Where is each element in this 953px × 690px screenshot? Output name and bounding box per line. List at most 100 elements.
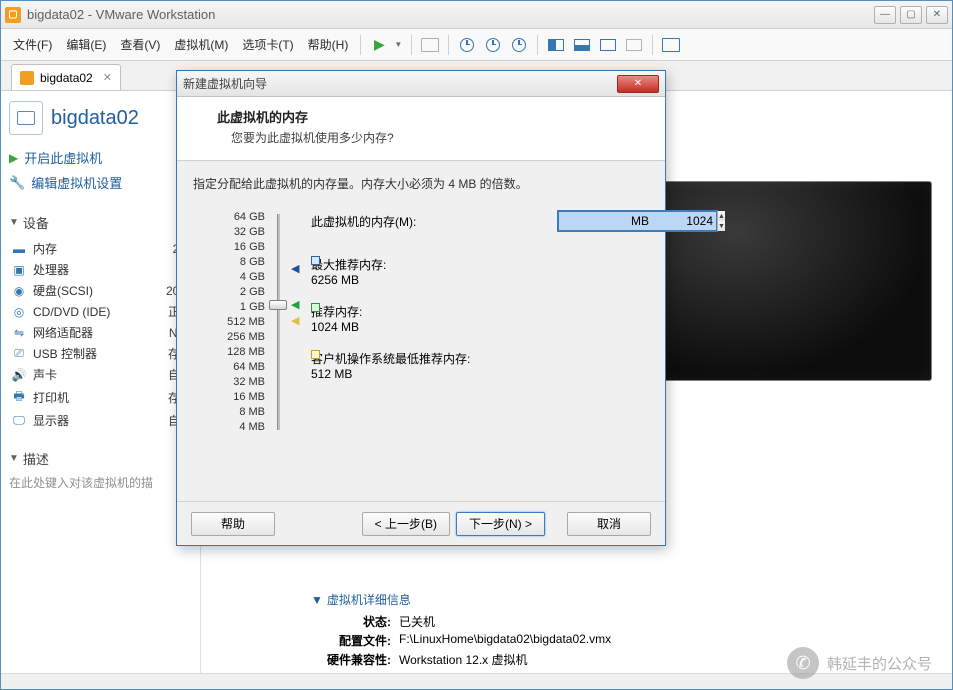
scale-label: 512 MB [193,315,265,330]
device-row[interactable]: ▬内存2 G [9,238,192,259]
scale-label: 32 MB [193,375,265,390]
wizard-titlebar: 新建虚拟机向导 ✕ [177,71,665,97]
wizard-header: 此虚拟机的内存 您要为此虚拟机使用多少内存? [177,97,665,161]
app-icon: ▢ [5,7,21,23]
memory-scale-labels: 64 GB32 GB16 GB8 GB4 GB2 GB1 GB512 MB256… [193,210,265,435]
yellow-box-icon [311,350,320,359]
minimize-button[interactable]: — [874,6,896,24]
device-icon: ▬ [9,242,29,256]
device-row[interactable]: ⎚USB 控制器存在 [9,343,192,364]
memory-field-label: 此虚拟机的内存(M): [311,213,557,230]
device-name: 显示器 [33,412,168,429]
memory-spinner[interactable]: ▲▼ [717,211,725,231]
memory-info-column: 此虚拟机的内存(M): ▲▼ MB 最大推荐内存:6256 MB 推荐内存:1 [293,210,649,435]
device-icon: 🖵 [9,413,29,428]
device-row[interactable]: ▣处理器1 [9,259,192,280]
watermark-text: 韩延丰的公众号 [827,653,932,674]
devices-section-head[interactable]: ▼设备 [9,213,192,232]
description-placeholder[interactable]: 在此处键入对该虚拟机的描 [9,474,192,491]
tab-close-icon[interactable]: ✕ [103,71,112,84]
scale-label: 16 GB [193,240,265,255]
scale-label: 256 MB [193,330,265,345]
green-box-icon [311,303,320,312]
collapse-icon: ▼ [9,453,19,464]
menu-file[interactable]: 文件(F) [7,33,58,56]
watermark: ✆ 韩延丰的公众号 [787,647,932,679]
menu-tabs[interactable]: 选项卡(T) [236,33,299,56]
scale-label: 1 GB [193,300,265,315]
menu-edit[interactable]: 编辑(E) [60,33,112,56]
wizard-close-button[interactable]: ✕ [617,75,659,93]
device-row[interactable]: 🔊声卡自动 [9,364,192,385]
slider-thumb[interactable] [269,300,287,310]
revert-snapshot-button[interactable] [481,33,505,57]
next-button[interactable]: 下一步(N) > [456,512,545,536]
power-on-button[interactable]: ▶ [367,33,391,57]
spin-down-icon[interactable]: ▼ [718,221,725,231]
help-button[interactable]: 帮助 [191,512,275,536]
view-console-button[interactable] [570,33,594,57]
app-window: ▢ bigdata02 - VMware Workstation — ▢ ✕ 文… [0,0,953,690]
scale-label: 64 GB [193,210,265,225]
new-vm-wizard-dialog: 新建虚拟机向导 ✕ 此虚拟机的内存 您要为此虚拟机使用多少内存? 指定分配给此虚… [176,70,666,546]
memory-input-wrap: ▲▼ [557,210,625,232]
scale-label: 16 MB [193,390,265,405]
device-row[interactable]: ◎CD/DVD (IDE)正在 [9,301,192,322]
back-button[interactable]: < 上一步(B) [362,512,450,536]
power-dropdown[interactable]: ▼ [393,33,405,57]
send-keys-button[interactable] [418,33,442,57]
spin-up-icon[interactable]: ▲ [718,211,725,221]
device-icon: ◎ [9,305,29,319]
menu-bar: 文件(F) 编辑(E) 查看(V) 虚拟机(M) 选项卡(T) 帮助(H) ▶ … [1,29,952,61]
device-icon: ⎚ [9,346,29,361]
tab-label: bigdata02 [40,71,93,85]
device-row[interactable]: ◉硬盘(SCSI)20 G [9,280,192,301]
scale-label: 128 MB [193,345,265,360]
tab-bigdata02[interactable]: bigdata02 ✕ [11,64,121,90]
unity-button[interactable] [622,33,646,57]
device-name: 处理器 [33,261,185,278]
description-section-head[interactable]: ▼描述 [9,449,192,468]
blue-box-icon [311,256,320,265]
device-name: 声卡 [33,366,168,383]
collapse-icon: ▼ [9,217,19,228]
wechat-icon: ✆ [787,647,819,679]
scale-label: 32 GB [193,225,265,240]
window-title: bigdata02 - VMware Workstation [27,7,874,22]
details-head[interactable]: ▼虚拟机详细信息 [311,591,611,608]
maximize-button[interactable]: ▢ [900,6,922,24]
snapshot-button[interactable] [455,33,479,57]
memory-slider[interactable]: ◀ ◀ ◀ [265,210,293,435]
cancel-button[interactable]: 取消 [567,512,651,536]
device-name: 内存 [33,240,173,257]
memory-unit: MB [631,214,649,228]
vm-header: bigdata02 [9,101,192,135]
device-row[interactable]: 🖶打印机存在 [9,385,192,410]
wizard-title: 新建虚拟机向导 [183,75,617,92]
menu-view[interactable]: 查看(V) [114,33,166,56]
device-icon: 🖶 [9,387,29,408]
scale-label: 64 MB [193,360,265,375]
device-icon: ◉ [9,284,29,298]
title-bar: ▢ bigdata02 - VMware Workstation — ▢ ✕ [1,1,952,29]
power-on-link[interactable]: ▶开启此虚拟机 [9,145,192,170]
edit-settings-link[interactable]: 🔧编辑虚拟机设置 [9,170,192,195]
wizard-hint: 指定分配给此虚拟机的内存量。内存大小必须为 4 MB 的倍数。 [193,175,649,192]
manage-snapshot-button[interactable] [507,33,531,57]
menu-help[interactable]: 帮助(H) [302,33,355,56]
wizard-heading: 此虚拟机的内存 [217,107,649,126]
wrench-icon: 🔧 [9,175,25,191]
device-row[interactable]: ⇋网络适配器NAT [9,322,192,343]
library-button[interactable] [659,33,683,57]
view-split-button[interactable] [544,33,568,57]
details-hw: 硬件兼容性:Workstation 12.x 虚拟机 [311,650,611,669]
scale-label: 8 GB [193,255,265,270]
fullscreen-button[interactable] [596,33,620,57]
play-icon: ▶ [9,151,18,165]
device-icon: ⇋ [9,326,29,340]
device-row[interactable]: 🖵显示器自动 [9,410,192,431]
sidebar: bigdata02 ▶开启此虚拟机 🔧编辑虚拟机设置 ▼设备 ▬内存2 G▣处理… [1,91,201,689]
close-button[interactable]: ✕ [926,6,948,24]
menu-vm[interactable]: 虚拟机(M) [168,33,234,56]
vm-icon [20,71,34,85]
